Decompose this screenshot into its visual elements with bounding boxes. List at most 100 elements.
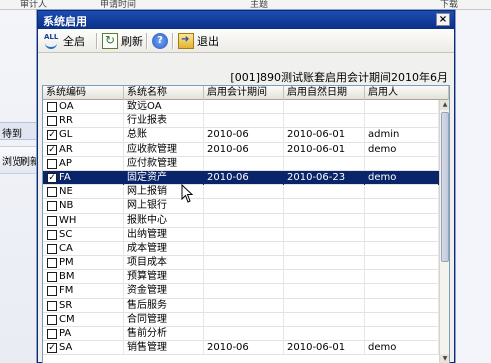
system-name-cell: 总账	[124, 128, 204, 143]
column-header-date[interactable]: 启用自然日期	[284, 86, 365, 100]
system-code-cell[interactable]: NE	[43, 185, 124, 200]
background-right-panel	[452, 10, 491, 363]
table-row[interactable]: SR 售后服务	[43, 298, 439, 313]
table-row[interactable]: RR 行业报表	[43, 114, 439, 129]
system-code-cell[interactable]: ✓ FA	[43, 170, 124, 185]
column-header-period[interactable]: 启用会计期间	[204, 86, 284, 100]
enable-checkbox[interactable]	[47, 286, 57, 297]
enable-checkbox[interactable]: ✓	[47, 343, 57, 354]
system-code: NB	[59, 200, 74, 212]
enable-all-button[interactable]: ALL 全启	[44, 32, 85, 50]
system-period-cell: 2010-06	[204, 128, 284, 143]
system-code-cell[interactable]: BM	[43, 270, 124, 285]
table-row[interactable]: WH 报账中心	[43, 213, 439, 228]
system-user-cell	[365, 199, 439, 214]
column-header-name[interactable]: 系统名称	[124, 86, 204, 100]
system-user-cell	[365, 114, 439, 129]
scroll-thumb[interactable]	[441, 112, 449, 262]
vertical-scrollbar[interactable]: ▲ ▼	[439, 100, 449, 363]
system-code: FA	[59, 171, 71, 183]
table-row[interactable]: CA 成本管理	[43, 241, 439, 257]
background-column-download: 下载	[440, 0, 459, 10]
enable-checkbox[interactable]: ✓	[47, 172, 57, 183]
system-period-cell	[204, 312, 284, 327]
enable-checkbox[interactable]	[47, 329, 57, 339]
system-code-cell[interactable]: PM	[43, 256, 124, 271]
system-code-cell[interactable]: CM	[43, 312, 124, 327]
enable-checkbox[interactable]: ✓	[47, 144, 57, 155]
enable-checkbox[interactable]	[47, 201, 57, 212]
table-row[interactable]: ✓ GL 总账 2010-06 2010-06-01 admin	[43, 128, 439, 143]
refresh-button[interactable]: 刷新	[102, 32, 143, 50]
account-period-label: [001]890测试账套启用会计期间2010年6月	[230, 71, 448, 84]
grid-rows: OA 致远OA RR 行业报表 ✓ GL 总账 2010-06 2010-06-01 admin ✓…	[43, 100, 439, 356]
system-code-cell[interactable]: SC	[43, 227, 124, 242]
table-row[interactable]: BM 预算管理	[43, 270, 439, 285]
background-browse-button[interactable]: 浏览	[2, 153, 22, 168]
system-date-cell	[284, 227, 365, 242]
system-date-cell	[284, 298, 365, 313]
system-code-cell[interactable]: WH	[43, 213, 124, 228]
system-user-cell	[365, 256, 439, 271]
scroll-down-arrow-icon[interactable]: ▼	[440, 354, 449, 363]
table-row[interactable]: SC 出纳管理	[43, 227, 439, 242]
system-code-cell[interactable]: CA	[43, 241, 124, 256]
system-code-cell[interactable]: ✓ AR	[43, 142, 124, 157]
close-button[interactable]: ×	[436, 13, 450, 26]
enable-checkbox[interactable]	[47, 158, 57, 169]
table-row[interactable]: FM 资金管理	[43, 284, 439, 299]
system-code-cell[interactable]: FM	[43, 284, 124, 299]
enable-checkbox[interactable]	[47, 243, 57, 254]
system-date-cell	[284, 241, 365, 256]
system-code-cell[interactable]: ✓ SA	[43, 341, 124, 356]
system-grid[interactable]: 系统编码 系统名称 启用会计期间 启用自然日期 启用人 OA 致远OA RR 行业报表…	[42, 85, 450, 363]
system-name-cell: 售后服务	[124, 298, 204, 313]
table-row[interactable]: NE 网上报销	[43, 185, 439, 200]
table-row[interactable]: ✓ FA 固定资产 2010-06 2010-06-23 demo	[43, 170, 439, 186]
table-row[interactable]: ✓ AR 应收款管理 2010-06 2010-06-01 demo	[43, 142, 439, 157]
system-user-cell	[365, 227, 439, 242]
system-code-cell[interactable]: ✓ GL	[43, 128, 124, 143]
exit-icon	[178, 33, 194, 49]
scroll-up-arrow-icon[interactable]: ▲	[440, 100, 449, 110]
dialog-titlebar[interactable]: 系统启用 ×	[38, 11, 454, 29]
table-row[interactable]: NB 网上银行	[43, 199, 439, 214]
system-code-cell[interactable]: RR	[43, 114, 124, 129]
column-header-code[interactable]: 系统编码	[43, 86, 124, 100]
enable-checkbox[interactable]	[47, 187, 57, 198]
dialog-title: 系统启用	[43, 15, 87, 28]
system-code-cell[interactable]: SR	[43, 298, 124, 313]
table-row[interactable]: ✓ SA 销售管理 2010-06 2010-06-01 demo	[43, 341, 439, 356]
exit-button[interactable]: 退出	[178, 32, 219, 50]
table-row[interactable]: PM 项目成本	[43, 256, 439, 271]
system-period-cell	[204, 156, 284, 171]
system-user-cell	[365, 298, 439, 313]
enable-checkbox[interactable]	[47, 258, 57, 269]
enable-all-icon: ALL	[44, 33, 60, 49]
table-row[interactable]: CM 合同管理	[43, 312, 439, 327]
system-date-cell: 2010-06-01	[284, 142, 365, 157]
table-row[interactable]: AP 应付款管理	[43, 156, 439, 171]
system-code-cell[interactable]: OA	[43, 100, 124, 114]
enable-checkbox[interactable]	[47, 229, 57, 240]
enable-checkbox[interactable]	[47, 116, 57, 127]
system-user-cell	[365, 185, 439, 200]
system-name-cell: 出纳管理	[124, 227, 204, 242]
system-code-cell[interactable]: AP	[43, 156, 124, 171]
enable-checkbox[interactable]	[47, 314, 57, 325]
column-header-user[interactable]: 启用人	[365, 86, 449, 100]
table-row[interactable]: PA 售前分析	[43, 327, 439, 342]
enable-checkbox[interactable]: ✓	[47, 130, 57, 141]
system-code-cell[interactable]: PA	[43, 327, 124, 341]
enable-checkbox[interactable]	[47, 272, 57, 283]
enable-checkbox[interactable]	[47, 300, 57, 311]
table-row[interactable]: OA 致远OA	[43, 100, 439, 115]
system-code: PA	[59, 328, 72, 339]
system-user-cell	[365, 213, 439, 228]
system-user-cell: demo	[365, 170, 439, 185]
system-user-cell	[365, 327, 439, 341]
system-code-cell[interactable]: NB	[43, 199, 124, 214]
enable-checkbox[interactable]	[47, 102, 57, 112]
help-button[interactable]: ?	[152, 32, 168, 50]
enable-checkbox[interactable]	[47, 215, 57, 226]
